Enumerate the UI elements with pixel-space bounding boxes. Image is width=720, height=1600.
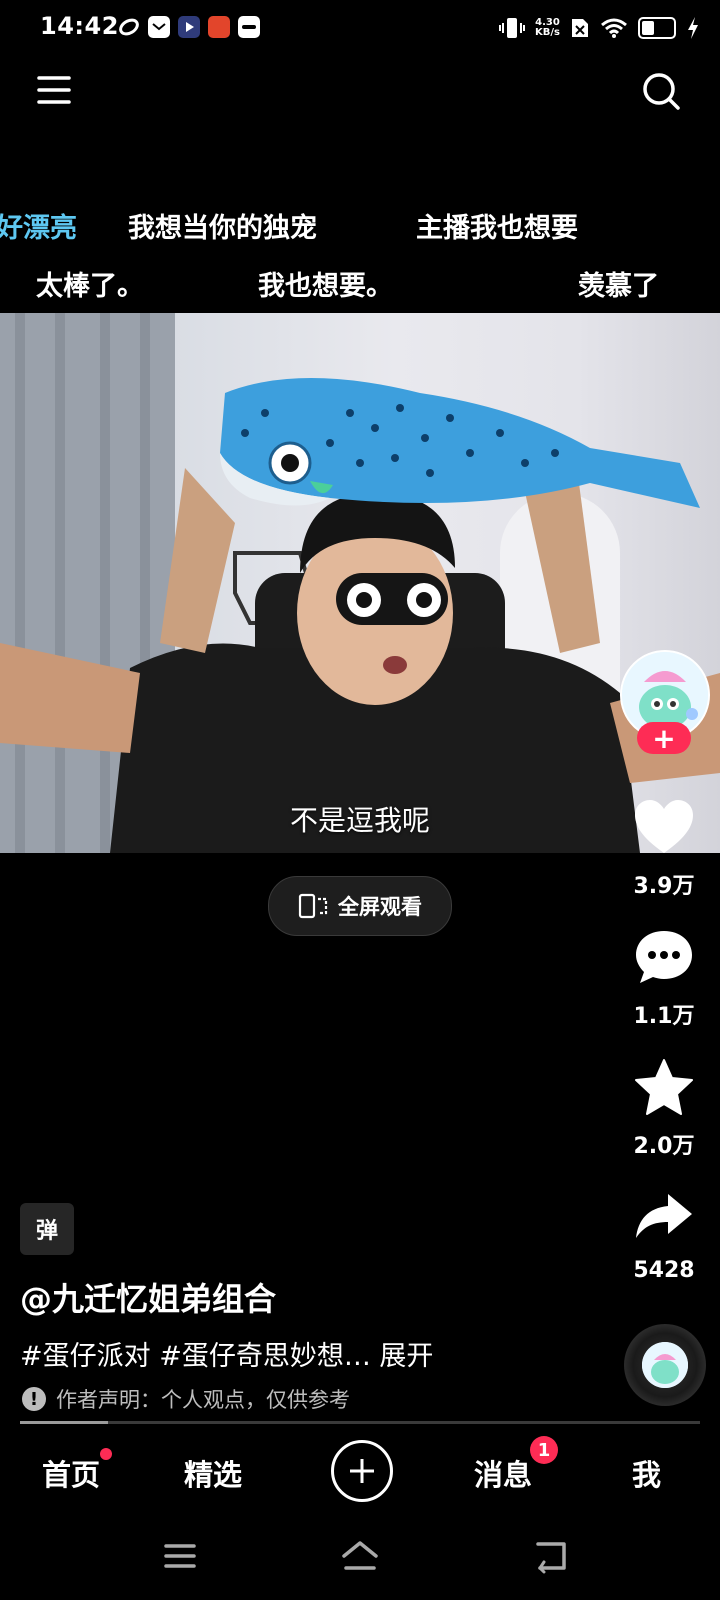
- heart-icon: [635, 800, 693, 853]
- nav-featured-label: 精选: [184, 1458, 243, 1492]
- like-count: 3.9万: [633, 874, 695, 899]
- warning-icon: !: [22, 1387, 46, 1411]
- comment-count: 1.1万: [633, 1004, 695, 1029]
- video-app-notification-icon: [178, 16, 200, 38]
- menu-button[interactable]: [36, 72, 72, 108]
- home-icon: [342, 1541, 378, 1570]
- content-tag-label: 弹: [35, 1219, 58, 1244]
- nav-home[interactable]: 首页: [42, 1452, 100, 1494]
- author-notice: ! 作者声明：个人观点，仅供参考: [22, 1384, 350, 1414]
- video-description[interactable]: #蛋仔派对 #蛋仔奇思妙想… 展开: [20, 1334, 433, 1373]
- game-app-notification-icon: [208, 16, 230, 38]
- battery-level: [642, 21, 654, 35]
- author-name[interactable]: @九迁忆姐弟组合: [20, 1274, 276, 1320]
- favorite-button[interactable]: [628, 1055, 700, 1119]
- star-icon: [635, 1059, 693, 1115]
- recents-icon: [164, 1544, 196, 1568]
- vibrate-icon: [499, 18, 526, 38]
- video-progress-fill: [20, 1421, 109, 1424]
- charging-icon: [688, 17, 698, 39]
- vivo-notification-icon: [238, 16, 260, 38]
- hamburger-menu-icon: [37, 76, 71, 104]
- share-arrow-icon: [636, 1194, 692, 1238]
- video-progress-bar[interactable]: [20, 1421, 700, 1424]
- share-button[interactable]: [628, 1185, 700, 1249]
- video-player[interactable]: 不是逗我呢: [0, 313, 720, 853]
- like-button[interactable]: [628, 795, 700, 859]
- back-icon: [536, 1542, 566, 1574]
- nav-home-label: 首页: [42, 1458, 101, 1492]
- danmaku-comment: 我也想要。: [258, 271, 393, 302]
- danmaku-comment: 主播我也想要: [416, 213, 578, 244]
- status-right-group: 4.30 KB/s: [499, 14, 700, 42]
- danmaku-comment: 太棒了。: [36, 271, 144, 302]
- video-subtitle: 不是逗我呢: [289, 804, 430, 837]
- app-notification-icon: [118, 16, 140, 38]
- home-update-dot: [100, 1448, 112, 1460]
- plus-icon: [350, 1459, 374, 1483]
- share-count: 5428: [633, 1258, 695, 1283]
- fullscreen-label: 全屏观看: [338, 895, 422, 919]
- nav-featured[interactable]: 精选: [184, 1452, 242, 1494]
- no-sim-icon: [572, 19, 588, 37]
- danmaku-comment: 羡慕了: [578, 271, 659, 302]
- system-home-button[interactable]: [340, 1538, 380, 1574]
- author-notice-text: 作者声明：个人观点，仅供参考: [56, 1388, 350, 1412]
- comment-button[interactable]: [628, 925, 700, 989]
- nav-me[interactable]: 我: [632, 1452, 661, 1494]
- battery-icon: [638, 17, 676, 39]
- content-tag[interactable]: 弹: [20, 1203, 74, 1255]
- music-cover-image: [642, 1342, 688, 1388]
- create-post-button[interactable]: [331, 1440, 393, 1502]
- nav-me-label: 我: [632, 1458, 662, 1492]
- network-speed-unit: KB/s: [535, 27, 560, 38]
- comment-icon: [636, 931, 692, 983]
- system-recents-button[interactable]: [160, 1538, 200, 1574]
- search-icon: [643, 73, 680, 110]
- nav-messages-label: 消息: [474, 1458, 533, 1492]
- rotate-screen-icon: [298, 893, 328, 919]
- favorite-count: 2.0万: [633, 1134, 695, 1159]
- video-frame: [0, 313, 720, 853]
- music-disc-button[interactable]: [624, 1324, 706, 1406]
- danmaku-comment: 我想当你的独宠: [128, 213, 317, 244]
- status-bar: 14:42 4.30 KB/s: [0, 0, 720, 56]
- network-speed: 4.30 KB/s: [535, 18, 560, 38]
- mail-notification-icon: [148, 16, 170, 38]
- follow-button[interactable]: +: [637, 721, 691, 755]
- fullscreen-button[interactable]: 全屏观看: [268, 876, 452, 936]
- nav-messages[interactable]: 消息: [474, 1452, 532, 1494]
- plus-icon: +: [652, 721, 676, 755]
- messages-badge: 1: [530, 1436, 558, 1464]
- danmaku-comment: 好漂亮: [0, 213, 77, 244]
- system-back-button[interactable]: [530, 1538, 570, 1574]
- search-button[interactable]: [640, 70, 682, 112]
- status-time: 14:42: [40, 12, 119, 40]
- wifi-icon: [601, 18, 627, 38]
